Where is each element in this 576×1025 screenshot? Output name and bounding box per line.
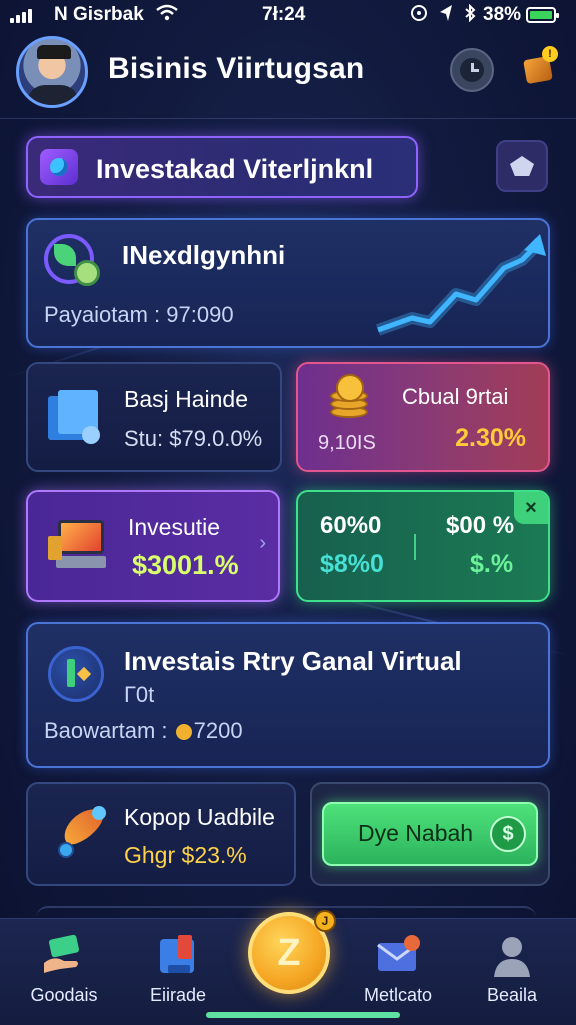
nav-label: Metlcato	[363, 985, 433, 1005]
nav-label: Beaila	[486, 985, 538, 1005]
kopor-value: Ghgr $23.%	[124, 842, 247, 868]
hand-money-icon	[40, 933, 88, 979]
bluetooth-icon	[464, 3, 476, 28]
user-icon	[488, 933, 536, 979]
settings-button[interactable]	[496, 140, 548, 192]
dual-right-value: 2.30%	[455, 424, 526, 452]
cta-container: Dye Nabah $	[310, 782, 550, 886]
envelope-icon	[374, 933, 422, 979]
virtual-card[interactable]: Investais Rtry Ganal Virtual Г0t Baowart…	[26, 622, 550, 768]
close-icon[interactable]: ×	[514, 492, 548, 524]
nav-label: Eiirade	[149, 985, 207, 1005]
cta-button[interactable]: Dye Nabah $	[322, 802, 538, 866]
percent-top-right: $00 %	[446, 512, 515, 539]
battery-percent: 38%	[483, 4, 522, 25]
dual-left-value: 9,10IS	[318, 432, 376, 454]
investment-value: Payaiotam : 97:090	[44, 302, 234, 327]
kopor-card[interactable]: Kopор Uadbile Ghgr $23.%	[26, 782, 296, 886]
dual-title: Cbual 9rtai	[402, 384, 509, 409]
alarm-icon	[410, 4, 428, 28]
virtual-value: Baowartam : 7200	[44, 718, 243, 744]
books-icon	[48, 390, 106, 444]
virtual-title: Investais Rtry Ganal Virtual	[124, 646, 462, 676]
promo-banner[interactable]: Investakad Viterljnknl	[26, 136, 418, 198]
balance-subtitle: Stu: $79.0.0%	[124, 426, 263, 451]
virtual-value-amount: 7200	[193, 718, 243, 743]
notification-badge: !	[542, 46, 558, 62]
banner-title: Investakad Viterljnknl	[96, 154, 374, 184]
clock-icon	[460, 58, 484, 82]
percent-top-left: 60%0	[320, 512, 382, 539]
growth-coin-icon	[44, 234, 102, 292]
wallet-icon	[154, 933, 202, 979]
invest-title: Invesutie	[128, 514, 221, 540]
avatar-suit	[27, 85, 79, 105]
percent-bottom-left: $8%0	[320, 550, 384, 578]
location-arrow-icon	[438, 4, 454, 28]
percent-bottom-right: $.%	[470, 550, 514, 578]
coin-icon	[175, 724, 192, 740]
notifications-button[interactable]: !	[516, 46, 560, 92]
nav-label: Goodais	[30, 985, 98, 1005]
app-header: Bisinis Viirtugsan !	[0, 34, 576, 118]
virtual-subtitle: Г0t	[124, 682, 155, 707]
invest-card[interactable]: Invesutie $3001.% ›	[26, 490, 280, 602]
rocket-icon	[52, 802, 114, 864]
gear-icon	[510, 156, 534, 176]
invest-value: $3001.%	[132, 550, 239, 580]
percent-card[interactable]: × 60%0 $00 % $8%0 $.%	[296, 490, 550, 602]
battery-icon	[526, 7, 559, 23]
computer-icon	[48, 518, 110, 574]
percent-divider	[414, 534, 416, 560]
investment-card[interactable]: INexdlgynhni Payaiotam : 97:090	[26, 218, 550, 348]
nav-item-eiirade[interactable]: Eiirade	[128, 933, 228, 1006]
nav-item-beaila[interactable]: Beaila	[462, 933, 562, 1006]
avatar[interactable]	[16, 36, 88, 108]
coin-badge: J	[314, 910, 336, 932]
status-bar: N Gisrbak 7ł:24 38%	[0, 0, 576, 34]
carrier-name: N Gisrbak	[54, 4, 144, 25]
dollar-icon: $	[490, 816, 526, 852]
trend-up-icon	[376, 234, 546, 336]
coins-stack-icon	[326, 374, 374, 422]
dual-card[interactable]: Cbual 9rtai 9,10IS 2.30%	[296, 362, 550, 472]
signal-icon	[10, 9, 32, 23]
virtual-value-label: Baowartam :	[44, 718, 174, 743]
cta-label: Dye Nabah	[358, 820, 474, 846]
globe-icon	[40, 149, 78, 185]
chart-badge-icon	[48, 646, 104, 702]
kopor-title: Kopор Uadbile	[124, 804, 275, 830]
nav-item-goodais[interactable]: Goodais	[14, 933, 114, 1006]
nav-item-metlcato[interactable]: Metlcato	[348, 933, 448, 1006]
investment-title: INexdlgynhni	[122, 240, 286, 270]
avatar-hat	[37, 45, 71, 59]
chevron-right-icon: ›	[259, 532, 266, 554]
balance-card[interactable]: Basj Hainde Stu: $79.0.0%	[26, 362, 282, 472]
balance-title: Basj Hainde	[124, 386, 249, 412]
history-button[interactable]	[450, 48, 494, 92]
app-title: Bisinis Viirtugsan	[108, 52, 365, 85]
center-coin-button[interactable]: Z J	[248, 910, 336, 994]
header-divider	[0, 118, 576, 119]
clock-time: 7ł:24	[262, 4, 306, 25]
wifi-icon	[156, 4, 178, 28]
home-indicator[interactable]	[206, 1012, 400, 1018]
